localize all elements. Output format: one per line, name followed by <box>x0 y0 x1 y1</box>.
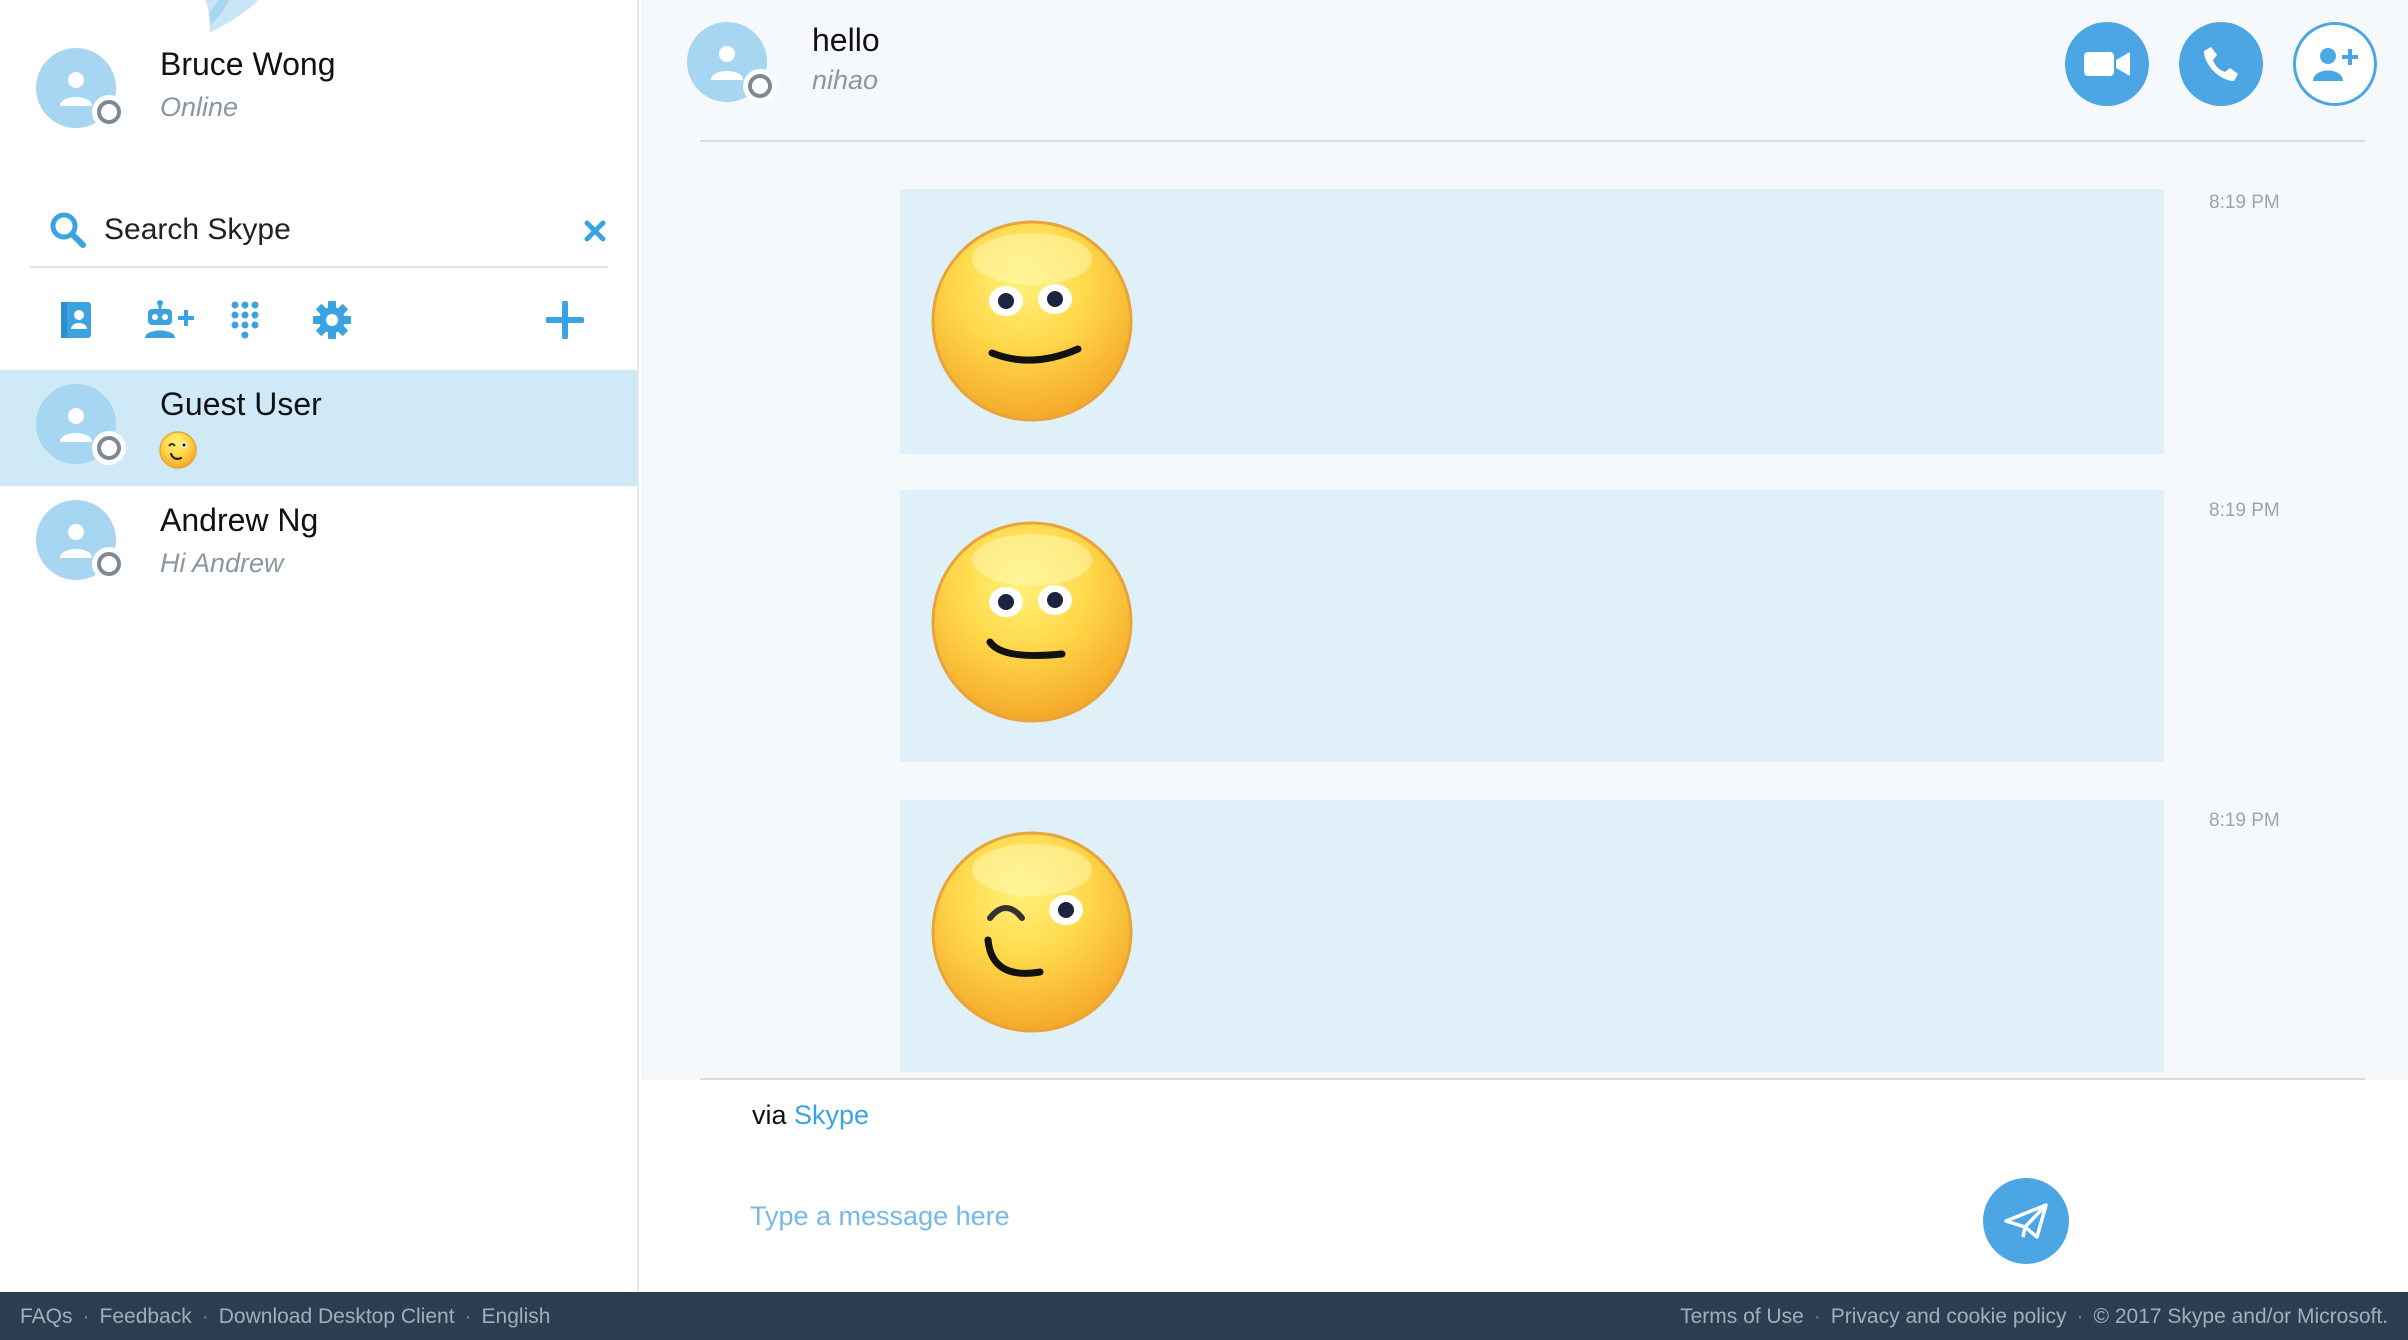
smile-emoticon-icon <box>931 521 1133 723</box>
message-input[interactable] <box>750 1196 1950 1236</box>
presence-indicator <box>92 95 126 129</box>
close-icon[interactable] <box>582 218 608 244</box>
footer-separator: · <box>201 1305 209 1328</box>
footer-copyright: © 2017 Skype and/or Microsoft. <box>2093 1305 2388 1328</box>
smile-emoticon-icon <box>931 220 1133 422</box>
footer-link-privacy[interactable]: Privacy and cookie policy <box>1831 1305 2067 1328</box>
footer: FAQs · Feedback · Download Desktop Client · En… <box>0 1292 2408 1340</box>
message-bubble[interactable] <box>900 800 2164 1072</box>
add-people-icon <box>2313 48 2358 81</box>
message-timestamp: 8:19 PM <box>2209 500 2280 521</box>
add-people-button[interactable] <box>2293 22 2377 106</box>
search-box <box>30 200 608 268</box>
footer-left-links: FAQs · Feedback · Download Desktop Client · En… <box>20 1305 550 1329</box>
add-bot-icon <box>145 300 194 338</box>
send-icon <box>2004 1203 2048 1239</box>
contacts-button[interactable] <box>46 290 106 350</box>
settings-gear-icon <box>313 301 351 339</box>
footer-separator: · <box>82 1305 90 1328</box>
contact-item-guest-user[interactable]: Guest User <box>0 370 637 486</box>
via-skype-link[interactable]: Skype <box>794 1100 869 1130</box>
new-conversation-button[interactable] <box>535 290 595 350</box>
person-icon <box>711 46 743 80</box>
dialpad-button[interactable] <box>215 290 275 350</box>
conversation-title[interactable]: hello <box>812 22 880 59</box>
sidebar: Bruce Wong Online Search Skype Guest Use… <box>0 0 639 1292</box>
footer-separator: · <box>464 1305 472 1328</box>
voice-call-button[interactable] <box>2179 22 2263 106</box>
footer-right-links: Terms of Use · Privacy and cookie policy · ©… <box>1680 1305 2388 1329</box>
plus-icon <box>546 301 584 339</box>
video-call-button[interactable] <box>2065 22 2149 106</box>
voice-call-icon <box>2204 47 2238 81</box>
footer-link-download[interactable]: Download Desktop Client <box>219 1305 455 1328</box>
search-input[interactable] <box>104 210 534 250</box>
footer-link-terms[interactable]: Terms of Use <box>1680 1305 1804 1328</box>
footer-link-language[interactable]: English <box>482 1305 551 1328</box>
contacts-book-icon <box>61 302 91 338</box>
settings-button[interactable] <box>302 290 362 350</box>
message-composer: via Skype <box>641 1080 2408 1292</box>
send-button[interactable] <box>1983 1178 2069 1264</box>
footer-separator: · <box>1813 1305 1821 1328</box>
footer-link-faqs[interactable]: FAQs <box>20 1305 73 1328</box>
footer-separator: · <box>2076 1305 2084 1328</box>
footer-link-feedback[interactable]: Feedback <box>100 1305 192 1328</box>
via-prefix: via <box>752 1100 787 1130</box>
message-list[interactable]: 8:19 PM 8:19 PM 8:19 PM <box>641 142 2408 1080</box>
add-bot-button[interactable] <box>136 290 206 350</box>
contact-name: Andrew Ng <box>160 502 319 538</box>
contact-name: Guest User <box>160 386 322 422</box>
sidebar-toolbar <box>0 290 637 350</box>
person-icon <box>60 408 92 442</box>
wink-emoticon-icon <box>159 431 197 469</box>
presence-indicator <box>92 431 126 465</box>
conversation-header: hello nihao <box>641 0 2408 142</box>
message-timestamp: 8:19 PM <box>2209 192 2280 213</box>
dialpad-icon <box>231 301 259 339</box>
presence-indicator <box>92 547 126 581</box>
video-call-icon <box>2084 52 2130 76</box>
person-icon <box>60 72 92 106</box>
conversation-panel: hello nihao 8:19 PM 8:19 PM 8:19 PM via … <box>641 0 2408 1292</box>
person-icon <box>60 524 92 558</box>
conversation-mood: nihao <box>812 65 879 95</box>
wink-emoticon-icon <box>931 831 1133 1033</box>
via-label: via Skype <box>752 1100 869 1131</box>
message-bubble[interactable] <box>900 490 2164 762</box>
message-timestamp: 8:19 PM <box>2209 810 2280 831</box>
contact-item-andrew-ng[interactable]: Andrew Ng Hi Andrew <box>0 486 637 602</box>
profile-name[interactable]: Bruce Wong <box>160 46 336 83</box>
message-bubble[interactable] <box>900 189 2164 454</box>
search-icon <box>50 212 86 248</box>
profile-status[interactable]: Online <box>160 92 238 123</box>
contact-mood: Hi Andrew <box>160 548 284 578</box>
presence-indicator <box>743 69 777 103</box>
